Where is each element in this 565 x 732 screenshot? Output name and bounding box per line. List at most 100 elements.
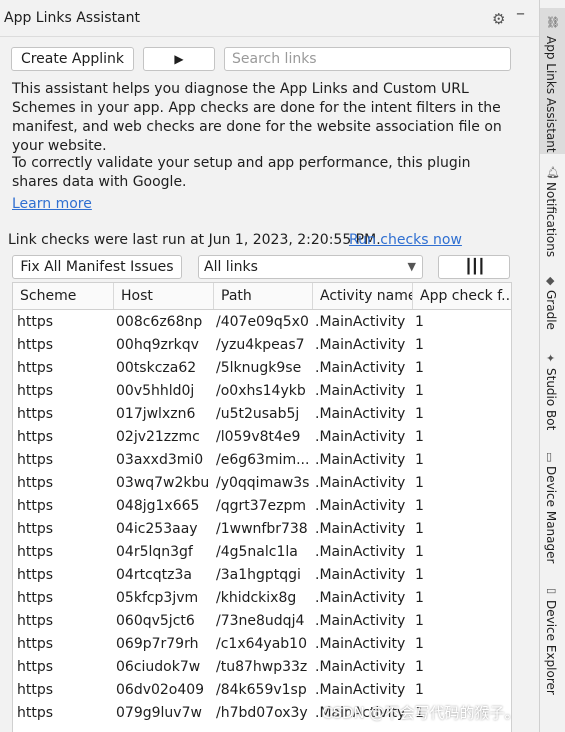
cell-host: 017jwlxzn6: [116, 406, 196, 422]
cell-activity-name: .MainActivity: [315, 452, 406, 468]
learn-more-link[interactable]: Learn more: [12, 196, 92, 212]
cell-path: /e6g63mim...: [216, 452, 310, 468]
watermark: CSDN @不会写代码的猴子。: [322, 704, 520, 722]
column-header-host[interactable]: Host: [114, 283, 214, 309]
rail-item-gradle[interactable]: ◆ Gradle: [540, 268, 565, 336]
cell-host: 00v5hhld0j: [116, 383, 195, 399]
cell-scheme: https: [17, 337, 54, 353]
minimize-icon[interactable]: –: [516, 3, 525, 24]
cell-host: 03wq7w2kbu: [116, 475, 210, 491]
cell-host: 06dv02o409: [116, 682, 205, 698]
rail-item-studio-bot[interactable]: ✦ Studio Bot: [540, 346, 565, 436]
cell-host: 06ciudok7w: [116, 659, 201, 675]
device-icon: ▯: [546, 450, 553, 463]
table-row[interactable]: https 060qv5jct6/73ne8udqj4 .MainActivity 1: [13, 610, 511, 633]
cell-scheme: https: [17, 452, 54, 468]
fix-manifest-issues-button[interactable]: Fix All Manifest Issues: [12, 255, 182, 279]
create-applink-button[interactable]: Create Applink: [11, 47, 134, 71]
rail-item-device-explorer[interactable]: ▭ Device Explorer: [540, 578, 565, 698]
table-row[interactable]: https 03wq7w2kbu/y0qqimaw3s .MainActivity 1: [13, 472, 511, 495]
column-settings-button[interactable]: ┃┃┃: [438, 255, 510, 279]
cell-scheme: https: [17, 567, 54, 583]
panel-title: App Links Assistant: [4, 10, 140, 26]
run-checks-now-link[interactable]: Run checks now: [349, 232, 462, 248]
gear-icon[interactable]: ⚙: [492, 10, 505, 28]
app-links-assistant-panel: App Links Assistant ⚙ – Create Applink ▶…: [0, 0, 539, 732]
table-row[interactable]: https 048jg1x665/qgrt37ezpm .MainActivity 1: [13, 495, 511, 518]
cell-path: /khidckix8g: [216, 590, 297, 606]
cell-app-check: 1: [415, 314, 424, 330]
cell-activity-name: .MainActivity: [315, 590, 406, 606]
cell-path: /yzu4kpeas7: [216, 337, 305, 353]
table-row[interactable]: https 04ic253aay/1wwnfbr738 .MainActivity 1: [13, 518, 511, 541]
tool-window-rail: ⛓ App Links Assistant 🔔︎ Notifications ◆…: [539, 0, 565, 732]
cell-activity-name: .MainActivity: [315, 337, 406, 353]
cell-path: /4g5nalc1la: [216, 544, 298, 560]
cell-scheme: https: [17, 360, 54, 376]
cell-app-check: 1: [415, 452, 424, 468]
table-row[interactable]: https 00hq9zrkqv/yzu4kpeas7 .MainActivity 1: [13, 334, 511, 357]
columns-icon: ┃┃┃: [464, 259, 485, 275]
cell-path: /l059v8t4e9: [216, 429, 301, 445]
rail-item-device-manager[interactable]: ▯ Device Manager: [540, 444, 565, 564]
last-run-status: Link checks were last run at Jun 1, 2023…: [8, 232, 381, 248]
table-row[interactable]: https 008c6z68np/407e09q5x0 .MainActivity 1: [13, 311, 511, 334]
cell-app-check: 1: [415, 406, 424, 422]
table-row[interactable]: https 04r5lqn3gf/4g5nalc1la .MainActivity 1: [13, 541, 511, 564]
cell-host: 03axxd3mi0: [116, 452, 204, 468]
table-row[interactable]: https 02jv21zzmc/l059v8t4e9 .MainActivity 1: [13, 426, 511, 449]
cell-activity-name: .MainActivity: [315, 429, 406, 445]
run-button[interactable]: ▶: [143, 47, 215, 71]
cell-app-check: 1: [415, 475, 424, 491]
cell-host: 00tskcza62: [116, 360, 197, 376]
table-row[interactable]: https 04rtcqtz3a/3a1hgptqgi .MainActivity 1: [13, 564, 511, 587]
column-header-activity-name[interactable]: Activity name: [313, 283, 413, 309]
cell-app-check: 1: [415, 659, 424, 675]
column-header-path[interactable]: Path: [214, 283, 313, 309]
cell-path: /407e09q5x0: [216, 314, 309, 330]
cell-scheme: https: [17, 498, 54, 514]
table-row[interactable]: https 06dv02o409/84k659v1sp .MainActivity 1: [13, 679, 511, 702]
table-row[interactable]: https 069p7r79rh/c1x64yab10 .MainActivity 1: [13, 633, 511, 656]
cell-app-check: 1: [415, 567, 424, 583]
table-row[interactable]: https 017jwlxzn6/u5t2usab5j .MainActivity 1: [13, 403, 511, 426]
cell-scheme: https: [17, 659, 54, 675]
cell-activity-name: .MainActivity: [315, 360, 406, 376]
search-input[interactable]: [224, 47, 511, 71]
cell-path: /h7bd07ox3y: [216, 705, 308, 721]
cell-scheme: https: [17, 475, 54, 491]
cell-scheme: https: [17, 429, 54, 445]
cell-app-check: 1: [415, 360, 424, 376]
rail-item-notifications[interactable]: 🔔︎ Notifications: [540, 160, 565, 260]
cell-path: /73ne8udqj4: [216, 613, 305, 629]
link-filter-select[interactable]: All links ▼: [198, 255, 423, 279]
cell-app-check: 1: [415, 544, 424, 560]
gradle-icon: ◆: [546, 274, 555, 287]
rail-item-app-links-assistant[interactable]: ⛓ App Links Assistant: [540, 8, 565, 154]
cell-activity-name: .MainActivity: [315, 613, 406, 629]
table-row[interactable]: https 05kfcp3jvm/khidckix8g .MainActivity 1: [13, 587, 511, 610]
cell-scheme: https: [17, 521, 54, 537]
folder-icon: ▭: [546, 584, 557, 597]
column-header-app-check[interactable]: App check f...: [413, 283, 511, 309]
rail-label: Studio Bot: [544, 368, 558, 431]
cell-path: /y0qqimaw3s: [216, 475, 310, 491]
data-sharing-paragraph: To correctly validate your setup and app…: [12, 155, 471, 190]
cell-activity-name: .MainActivity: [315, 498, 406, 514]
table-row[interactable]: https 00tskcza62/5lknugk9se .MainActivity 1: [13, 357, 511, 380]
cell-path: /1wwnfbr738: [216, 521, 308, 537]
table-row[interactable]: https 06ciudok7w/tu87hwp33z .MainActivity 1: [13, 656, 511, 679]
cell-scheme: https: [17, 314, 54, 330]
cell-host: 069p7r79rh: [116, 636, 199, 652]
cell-scheme: https: [17, 682, 54, 698]
cell-host: 04rtcqtz3a: [116, 567, 192, 583]
table-row[interactable]: https 00v5hhld0j/o0xhs14ykb .MainActivity 1: [13, 380, 511, 403]
cell-scheme: https: [17, 613, 54, 629]
rail-label: Gradle: [544, 290, 558, 330]
cell-activity-name: .MainActivity: [315, 544, 406, 560]
cell-host: 04ic253aay: [116, 521, 198, 537]
cell-scheme: https: [17, 705, 54, 721]
column-header-scheme[interactable]: Scheme: [13, 283, 114, 309]
cell-activity-name: .MainActivity: [315, 314, 406, 330]
table-row[interactable]: https 03axxd3mi0/e6g63mim... .MainActivity…: [13, 449, 511, 472]
